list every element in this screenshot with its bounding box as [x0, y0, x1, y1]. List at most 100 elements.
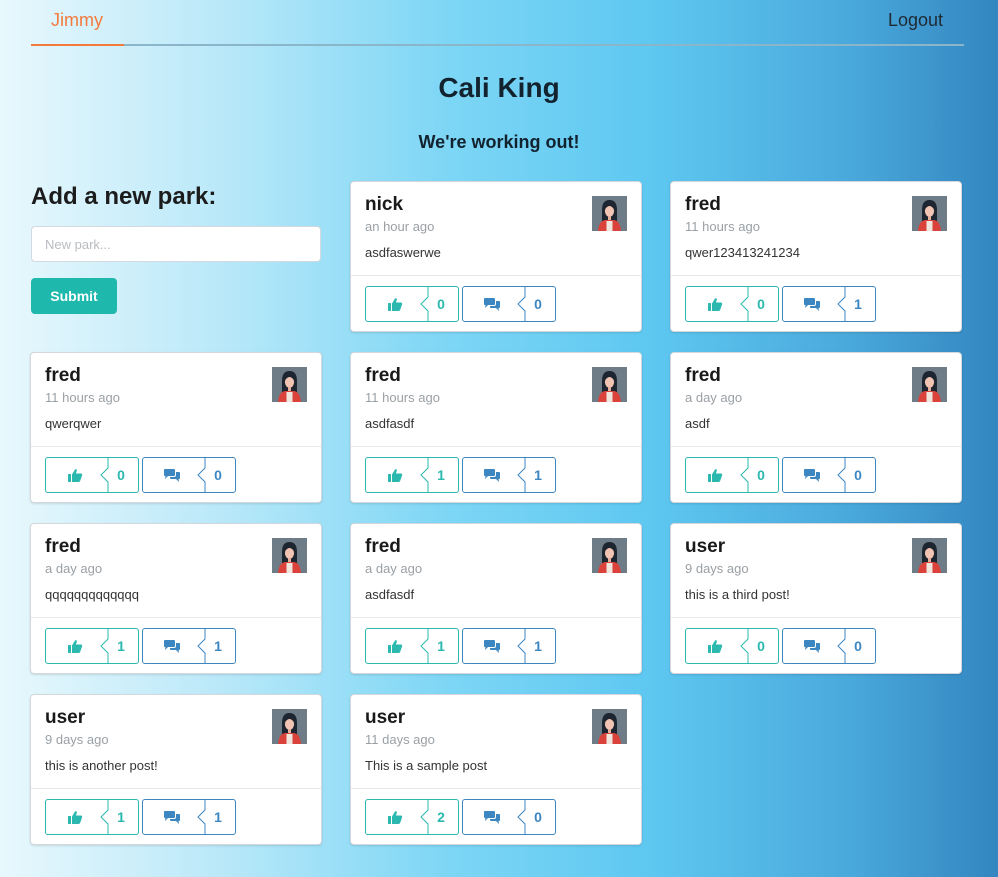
comment-icon [463, 458, 521, 492]
avatar [912, 538, 947, 573]
post-time: 11 hours ago [365, 390, 440, 405]
post-card: user 11 days ago This is a sample post 2… [350, 694, 642, 845]
post-card: fred a day ago qqqqqqqqqqqqq 1 1 [30, 523, 322, 674]
post-author: fred [685, 365, 721, 386]
comment-count: 0 [854, 638, 862, 654]
like-button[interactable]: 0 [685, 286, 779, 322]
nav-user-label[interactable]: Jimmy [51, 10, 103, 31]
thumbs-up-icon [366, 458, 424, 492]
nav-user-tab[interactable]: Jimmy [31, 0, 124, 46]
comment-icon [463, 287, 521, 321]
like-count: 1 [117, 809, 125, 825]
like-button[interactable]: 1 [365, 628, 459, 664]
like-button[interactable]: 0 [365, 286, 459, 322]
top-nav: Jimmy Logout [31, 0, 964, 46]
like-button[interactable]: 0 [45, 457, 139, 493]
post-author: fred [45, 365, 81, 386]
like-button[interactable]: 2 [365, 799, 459, 835]
card-divider [31, 788, 321, 789]
comment-button[interactable]: 1 [142, 628, 236, 664]
comment-button[interactable]: 0 [462, 286, 556, 322]
thumbs-up-icon [366, 800, 424, 834]
comment-count: 1 [214, 638, 222, 654]
post-content: this is a third post! [685, 587, 790, 602]
like-count: 2 [437, 809, 445, 825]
post-content: asdf [685, 416, 710, 431]
comment-count: 1 [214, 809, 222, 825]
post-content: asdfasdf [365, 587, 415, 602]
avatar [592, 709, 627, 744]
like-button[interactable]: 0 [685, 628, 779, 664]
like-count: 0 [757, 467, 765, 483]
post-card: user 9 days ago this is a third post! 0 … [670, 523, 962, 674]
avatar [272, 367, 307, 402]
post-content: asdfasdf [365, 416, 415, 431]
post-card: fred 11 hours ago asdfasdf 1 1 [350, 352, 642, 503]
avatar [912, 196, 947, 231]
thumbs-up-icon [46, 629, 104, 663]
post-time: 11 hours ago [685, 219, 760, 234]
thumbs-up-icon [46, 800, 104, 834]
post-content: This is a sample post [365, 758, 488, 773]
comment-button[interactable]: 0 [782, 628, 876, 664]
post-author: nick [365, 194, 404, 215]
comment-icon [783, 629, 841, 663]
like-button[interactable]: 1 [45, 628, 139, 664]
avatar [592, 196, 627, 231]
card-divider [671, 275, 961, 276]
like-button[interactable]: 0 [685, 457, 779, 493]
card-divider [671, 446, 961, 447]
avatar [272, 538, 307, 573]
thumbs-up-icon [366, 629, 424, 663]
comment-button[interactable]: 1 [782, 286, 876, 322]
post-time: a day ago [365, 561, 423, 576]
card-divider [351, 446, 641, 447]
comment-count: 0 [214, 467, 222, 483]
comment-count: 1 [534, 638, 542, 654]
new-park-input[interactable] [31, 226, 321, 262]
comment-icon [143, 800, 201, 834]
avatar [912, 367, 947, 402]
logout-link[interactable]: Logout [888, 10, 943, 31]
post-card: fred 11 hours ago qwerqwer 0 0 [30, 352, 322, 503]
comment-button[interactable]: 0 [782, 457, 876, 493]
post-card: fred 11 hours ago qwer123413241234 0 1 [670, 181, 962, 332]
avatar [272, 709, 307, 744]
add-park-heading: Add a new park: [31, 183, 217, 210]
like-button[interactable]: 1 [45, 799, 139, 835]
post-time: 11 hours ago [45, 390, 120, 405]
submit-button[interactable]: Submit [31, 278, 117, 314]
like-count: 1 [117, 638, 125, 654]
like-button[interactable]: 1 [365, 457, 459, 493]
post-time: a day ago [45, 561, 103, 576]
post-time: a day ago [685, 390, 743, 405]
thumbs-up-icon [366, 287, 424, 321]
comment-count: 0 [534, 296, 542, 312]
card-divider [31, 617, 321, 618]
post-author: fred [685, 194, 721, 215]
like-count: 0 [117, 467, 125, 483]
post-time: 9 days ago [45, 732, 109, 747]
post-time: 11 days ago [365, 732, 435, 747]
post-time: 9 days ago [685, 561, 749, 576]
comment-button[interactable]: 0 [142, 457, 236, 493]
post-author: user [45, 707, 86, 728]
card-divider [351, 617, 641, 618]
comment-icon [143, 629, 201, 663]
avatar [592, 538, 627, 573]
avatar [592, 367, 627, 402]
comment-button[interactable]: 0 [462, 799, 556, 835]
post-content: asdfaswerwe [365, 245, 441, 260]
post-author: fred [365, 365, 401, 386]
post-author: user [685, 536, 726, 557]
comment-count: 1 [534, 467, 542, 483]
post-card: fred a day ago asdfasdf 1 1 [350, 523, 642, 674]
comment-count: 0 [534, 809, 542, 825]
comment-icon [143, 458, 201, 492]
post-card: fred a day ago asdf 0 0 [670, 352, 962, 503]
comment-icon [463, 800, 521, 834]
comment-button[interactable]: 1 [462, 457, 556, 493]
comment-button[interactable]: 1 [462, 628, 556, 664]
comment-button[interactable]: 1 [142, 799, 236, 835]
post-content: qwerqwer [45, 416, 102, 431]
